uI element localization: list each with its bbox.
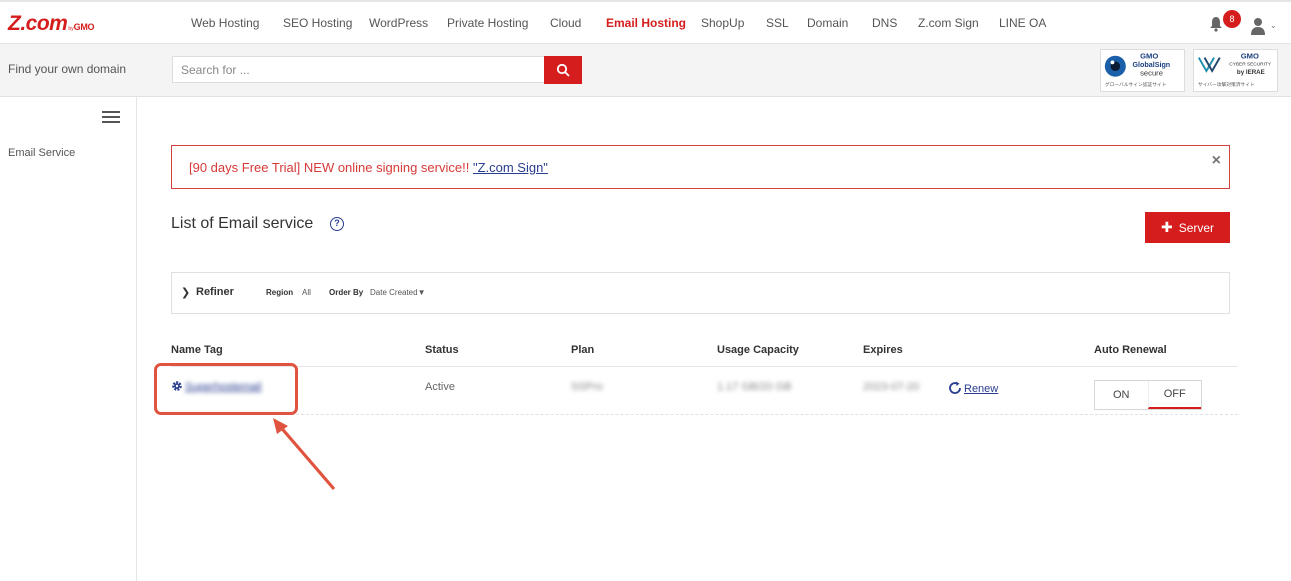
plus-icon: ✚ [1160, 219, 1173, 235]
table-header-divider [171, 366, 1238, 367]
menu-icon[interactable] [102, 111, 120, 123]
search-icon [556, 63, 570, 77]
plan-value: SSPro [571, 381, 603, 393]
sidebar-item-email-service[interactable]: Email Service [8, 147, 75, 159]
svg-text:CYBER SECURITY: CYBER SECURITY [1229, 61, 1272, 67]
header-status: Status [425, 344, 459, 356]
svg-text:GMO: GMO [1241, 52, 1259, 61]
domain-search-label: Find your own domain [8, 62, 127, 76]
close-icon[interactable]: × [1212, 152, 1221, 170]
alert-link[interactable]: "Z.com Sign" [473, 160, 548, 175]
refiner-panel[interactable]: ❯ Refiner Region All Order By Date Creat… [171, 272, 1230, 314]
toggle-on[interactable]: ON [1095, 381, 1148, 409]
bell-icon[interactable] [1209, 16, 1223, 32]
svg-text:サイバー攻撃対策済サイト: サイバー攻撃対策済サイト [1198, 81, 1255, 88]
header-name-tag: Name Tag [171, 344, 223, 356]
domain-search-bar: Find your own domain GMO GlobalSign secu… [0, 44, 1291, 97]
svg-text:secure: secure [1140, 69, 1163, 78]
header-plan: Plan [571, 344, 595, 356]
refiner-label[interactable]: Refiner [196, 286, 234, 298]
toggle-off[interactable]: OFF [1147, 381, 1201, 409]
usage-value: 1.17 GB/20 GB [717, 381, 792, 393]
nav-line-oa[interactable]: LINE OA [999, 16, 1046, 30]
nav-cloud[interactable]: Cloud [550, 16, 581, 30]
logo-text: Z.com [8, 12, 68, 35]
header-expires: Expires [863, 344, 903, 356]
expires-value: 2023-07-20 [863, 381, 920, 393]
nav-seo-hosting[interactable]: SEO Hosting [283, 16, 352, 30]
svg-text:by IERAE: by IERAE [1237, 69, 1265, 76]
domain-search-input[interactable] [172, 56, 545, 83]
page-title: List of Email service [171, 215, 314, 232]
nav-ssl[interactable]: SSL [766, 16, 789, 30]
region-label: Region [266, 288, 294, 297]
add-server-button[interactable]: ✚ Server [1145, 212, 1230, 243]
header-auto-renewal: Auto Renewal [1094, 344, 1167, 356]
globalsign-seal-logo: GMO GlobalSign secure グローバルサイン認証サイト [1100, 49, 1185, 92]
annotation-highlight-box [154, 363, 298, 415]
domain-search-button[interactable] [544, 56, 582, 84]
nav-zcom-sign[interactable]: Z.com Sign [918, 16, 979, 30]
chevron-down-icon[interactable]: ⌄ [1270, 21, 1277, 30]
annotation-arrow-icon [273, 418, 336, 491]
logo-gmo: GMO [73, 22, 95, 32]
alert-message: [90 days Free Trial] NEW online signing … [189, 160, 548, 175]
cyber-security-seal-logo: GMO CYBER SECURITY by IERAE サイバー攻撃対策済サイト [1193, 49, 1278, 92]
sidebar: Email Service [0, 97, 137, 581]
alert-text: [90 days Free Trial] NEW online signing … [189, 160, 473, 175]
notification-badge: 8 [1223, 10, 1241, 28]
zcom-logo[interactable]: Z.com by GMO [8, 12, 95, 35]
promo-alert: [90 days Free Trial] NEW online signing … [171, 145, 1230, 189]
nav-shopup[interactable]: ShopUp [701, 16, 744, 30]
region-value[interactable]: All [302, 288, 311, 297]
renew-link[interactable]: Renew [964, 383, 998, 395]
chevron-right-icon[interactable]: ❯ [181, 286, 190, 299]
svg-text:GMO: GMO [1140, 52, 1158, 61]
order-by-select[interactable]: Date Created▼ [370, 288, 426, 297]
status-value: Active [425, 381, 455, 393]
nav-email-hosting[interactable]: Email Hosting [606, 16, 686, 30]
nav-domain[interactable]: Domain [807, 16, 848, 30]
nav-wordpress[interactable]: WordPress [369, 16, 428, 30]
auto-renewal-toggle[interactable]: ON OFF [1094, 380, 1202, 410]
user-icon[interactable] [1250, 17, 1266, 35]
order-by-label: Order By [329, 288, 364, 297]
nav-dns[interactable]: DNS [872, 16, 897, 30]
add-server-label: Server [1178, 220, 1215, 235]
svg-text:グローバルサイン認証サイト: グローバルサイン認証サイト [1105, 81, 1167, 88]
top-navigation: Z.com by GMO Web Hosting SEO Hosting Wor… [0, 0, 1291, 44]
refresh-icon[interactable] [948, 381, 962, 395]
nav-private-hosting[interactable]: Private Hosting [447, 16, 528, 30]
nav-web-hosting[interactable]: Web Hosting [191, 16, 259, 30]
help-icon[interactable]: ? [330, 217, 344, 231]
header-usage-capacity: Usage Capacity [717, 344, 799, 356]
